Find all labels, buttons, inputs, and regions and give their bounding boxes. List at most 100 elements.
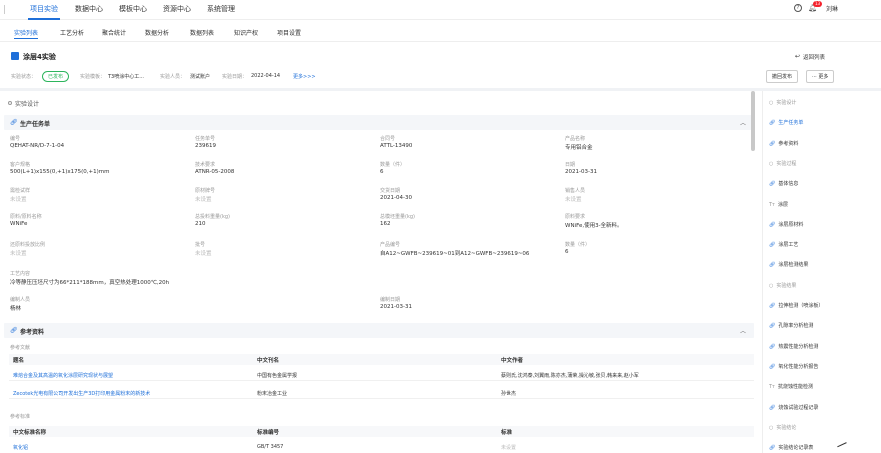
field-label: 编号 <box>10 136 21 142</box>
outline-item[interactable]: 🔗︎ 孔隙率分析检测 <box>769 322 813 329</box>
outline-item[interactable]: 🔗︎ 涂层检测结果 <box>769 261 808 268</box>
production-section-header[interactable]: 🔗︎ 生产任务单 ︿ <box>4 115 754 130</box>
column-header: 中文刊名 <box>257 358 280 364</box>
field-label: 客户规格 <box>10 162 31 168</box>
outline-item[interactable]: 🔗︎ 实验结论记录表 <box>769 444 813 451</box>
more-button[interactable]: ··· 更多 <box>806 70 835 83</box>
notification-badge: 13 <box>813 1 823 7</box>
tab-data-analysis[interactable]: 数据分析 <box>145 28 169 37</box>
more-info-link[interactable]: 更多>>> <box>293 73 316 80</box>
outline-item[interactable]: 🔗︎ 涂层工艺 <box>769 241 798 248</box>
outline-item-label: 氧化性能分析报告 <box>778 363 819 370</box>
collapse-icon[interactable]: ︿ <box>740 118 746 127</box>
column-header: 标准编号 <box>257 430 280 436</box>
main-scrollbar[interactable] <box>751 91 755 151</box>
link-icon: 🔗︎ <box>769 120 776 127</box>
back-to-list-link[interactable]: 返回列表 <box>803 53 825 61</box>
outline-item-label: 涂层 <box>777 201 788 208</box>
unpublish-button[interactable]: 撤回发布 <box>766 70 799 83</box>
authors-cell: 孙世杰 <box>501 391 517 397</box>
top-navigation: 项目实验 数据中心 模板中心 资源中心 系统管理 ? 🔔︎ 13 刘琳 <box>0 0 881 20</box>
link-icon: 🔗︎ <box>769 242 776 249</box>
help-icon[interactable]: ? <box>794 4 802 12</box>
field-label: 数量（件） <box>380 162 406 168</box>
nav-item-template-center[interactable]: 模板中心 <box>119 4 147 14</box>
tab-project-settings[interactable]: 项目设置 <box>277 28 301 37</box>
outline-item-label: 涂层工艺 <box>778 242 799 249</box>
nav-item-data-center[interactable]: 数据中心 <box>75 4 103 14</box>
field-value: 未设置 <box>565 197 582 203</box>
back-icon[interactable]: ↩ <box>795 53 800 60</box>
circle-icon: ○ <box>769 282 774 289</box>
outline-item-label: 实验结论 <box>776 424 797 431</box>
field-value: 162 <box>380 221 391 227</box>
field-value: 未设置 <box>195 197 212 203</box>
literature-title-link[interactable]: 难熔合金及其高温的氧化涂层研究现状与展望 <box>13 372 113 379</box>
field-label: 总投料重量(kg) <box>195 214 230 220</box>
collapse-icon[interactable]: ︿ <box>740 326 746 335</box>
outline-item[interactable]: 🔗︎ 烧蚀试验过程记录 <box>769 404 818 411</box>
outline-item-label: 实验结果 <box>776 282 797 289</box>
tab-data-list[interactable]: 数据列表 <box>190 28 214 37</box>
user-name[interactable]: 刘琳 <box>826 4 838 13</box>
field-value: ATNR-05-2008 <box>195 169 235 175</box>
status-label: 实验状态： <box>11 74 37 80</box>
outline-item[interactable]: ○ 实验结论 <box>769 424 796 431</box>
person-value: 测试账户 <box>190 74 211 80</box>
editor-label: 编制人员 <box>10 297 31 303</box>
status-badge: 已发布 <box>42 71 70 82</box>
sub-navigation: 实验列表 工艺分析 聚合统计 数据分析 数据列表 知识产权 项目设置 <box>0 20 881 42</box>
nav-item-resource-center[interactable]: 资源中心 <box>163 4 191 14</box>
outline-item-label: 烧蚀试验过程记录 <box>778 404 819 411</box>
outline-item[interactable]: 🔗︎ 涂层原材料 <box>769 221 803 228</box>
outline-item[interactable]: 🔗︎ 热震性能分析检测 <box>769 343 818 350</box>
link-icon: 🔗︎ <box>10 327 18 334</box>
tab-experiment-list[interactable]: 实验列表 <box>14 28 39 39</box>
process-value: 冷等静压压坯尺寸为66*211*188mm，真空热处理1000℃,20h <box>10 280 170 286</box>
outline-item[interactable]: ○ 实验设计 <box>769 99 796 106</box>
link-icon: 🔗︎ <box>769 343 776 350</box>
main-content: 实验设计 🔗︎ 生产任务单 ︿ 编号 QEHAT-NR/D-7-1-04 任务单号 2… <box>0 91 760 453</box>
outline-item-label: 实验结论记录表 <box>778 445 814 452</box>
standards-table-header: 中文标准名称 标准编号 标准 <box>9 426 754 437</box>
field-label: 原料/原料名称 <box>10 214 42 220</box>
field-value: WNiFe <box>10 221 28 227</box>
standard-name-link[interactable]: 氧化铝 <box>13 444 28 451</box>
outline-item[interactable]: Tт 抗烧蚀性能检测 <box>769 383 813 390</box>
outline-item[interactable]: ○ 实验结果 <box>769 282 796 289</box>
date-label: 实验日期： <box>222 74 248 80</box>
experiment-title: 涂层4实验 <box>23 53 56 61</box>
field-value: 210 <box>195 221 206 227</box>
nav-item-projects[interactable]: 项目实验 <box>28 4 60 20</box>
field-label: 总模坯重量(kg) <box>380 214 415 220</box>
outline-item[interactable]: 🔗︎ 参考资料 <box>769 140 798 147</box>
journal-cell: 中国有色金属学报 <box>257 373 298 379</box>
outline-item-label: 拉伸检测（喷涂板） <box>778 303 824 309</box>
field-value: 2021-03-31 <box>565 169 597 175</box>
outline-item-label: 热震性能分析检测 <box>778 343 819 350</box>
nav-item-system[interactable]: 系统管理 <box>207 4 235 14</box>
tab-process-analysis[interactable]: 工艺分析 <box>60 28 84 37</box>
field-label: 日期 <box>565 162 576 168</box>
date-value: 2022-04-14 <box>251 73 281 79</box>
field-label: 数量（件） <box>565 242 591 248</box>
references-section-header[interactable]: 🔗︎ 参考资料 ︿ <box>4 323 754 338</box>
tab-aggregate-stats[interactable]: 聚合统计 <box>102 28 126 37</box>
outline-item[interactable]: ○ 实验过程 <box>769 160 796 167</box>
outline-item[interactable]: 🔗︎ 基体信息 <box>769 180 798 187</box>
field-label: 原料要求 <box>565 214 586 220</box>
field-value: 2021-04-30 <box>380 195 412 201</box>
design-title: 实验设计 <box>15 101 40 108</box>
link-icon: 🔗︎ <box>769 303 776 309</box>
outline-item[interactable]: 🔗︎ 生产任务单 <box>769 119 803 126</box>
literature-title-link[interactable]: Zecotek光电有限公司开发出生产3D打印用金属粉末的新技术 <box>13 390 150 397</box>
tab-ip[interactable]: 知识产权 <box>234 28 258 37</box>
outline-item[interactable]: 🔗︎ 拉伸检测（喷涂板） <box>769 302 823 309</box>
field-value: WNiFe,使用3-全新料。 <box>565 223 623 229</box>
outline-item[interactable]: 🔗︎ 氧化性能分析报告 <box>769 363 818 370</box>
outline-item[interactable]: Tт 涂层 <box>769 201 788 208</box>
circle-icon: ○ <box>769 160 774 167</box>
column-header: 标准 <box>501 430 513 436</box>
field-label: 合同号 <box>380 136 396 142</box>
text-icon: Tт <box>769 201 775 208</box>
